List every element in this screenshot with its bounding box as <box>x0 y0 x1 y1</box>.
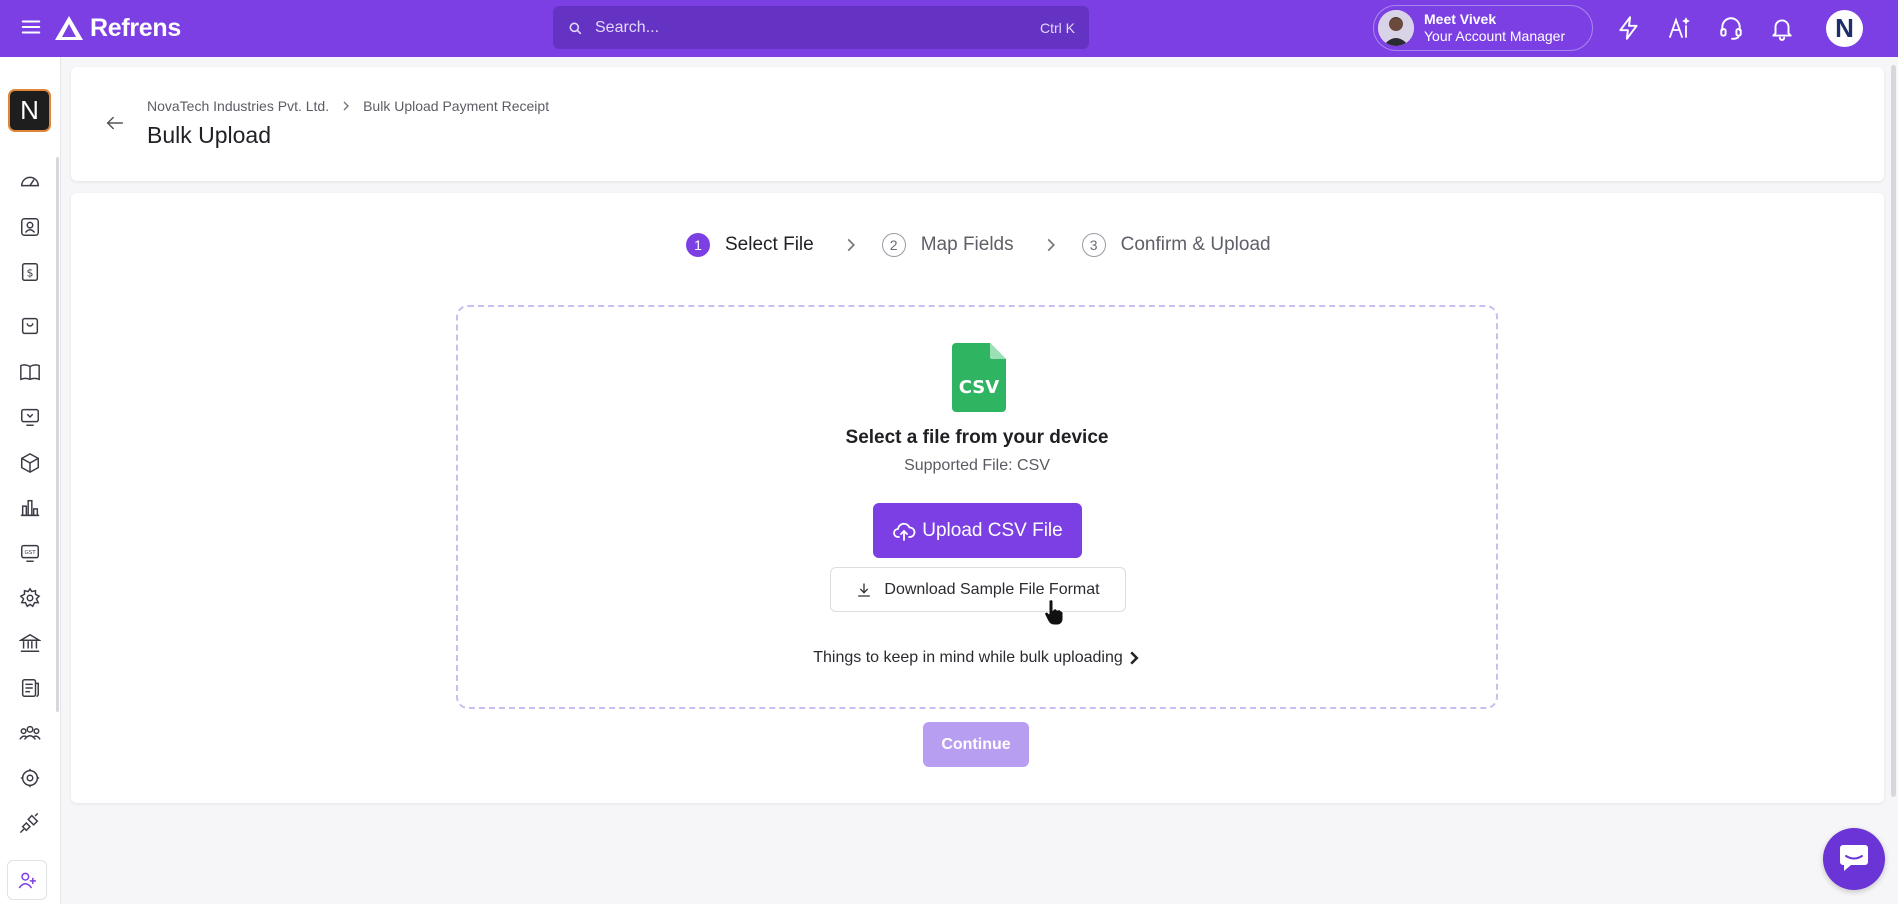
chevron-right-icon <box>1047 238 1055 252</box>
page-scrollbar[interactable] <box>1891 65 1896 797</box>
book-icon[interactable] <box>19 361 41 383</box>
bank-icon[interactable] <box>19 632 41 654</box>
gear-icon[interactable] <box>19 767 41 789</box>
box-icon[interactable] <box>19 452 41 474</box>
dropzone-title: Select a file from your device <box>845 427 1109 448</box>
continue-label: Continue <box>941 735 1011 753</box>
account-manager-button[interactable]: Meet Vivek Your Account Manager <box>1373 5 1593 51</box>
dashboard-icon[interactable] <box>19 170 41 192</box>
back-arrow-icon[interactable] <box>104 112 126 134</box>
chat-support-button[interactable] <box>1823 828 1885 890</box>
add-user-icon <box>18 872 37 889</box>
download-sample-button[interactable]: Download Sample File Format <box>830 567 1126 612</box>
step-select-file[interactable]: 1 Select File <box>686 233 814 257</box>
search-icon <box>569 22 582 34</box>
brand-name: Refrens <box>90 13 181 42</box>
ai-icon[interactable] <box>1667 15 1693 41</box>
step-number: 3 <box>1081 233 1106 257</box>
search-shortcut-hint: Ctrl K <box>1040 19 1075 36</box>
chevron-right-icon <box>847 238 855 252</box>
step-label: Map Fields <box>920 234 1014 255</box>
integration-icon[interactable] <box>19 812 41 834</box>
csv-badge-text: CSV <box>959 377 1000 398</box>
step-map-fields[interactable]: 2 Map Fields <box>881 233 1014 257</box>
refrens-logo-icon <box>55 16 83 40</box>
svg-text:$: $ <box>27 267 34 280</box>
sidebar: N $ GST <box>0 57 61 904</box>
organization-initial: N <box>20 95 39 125</box>
user-avatar[interactable]: N <box>1826 10 1863 47</box>
breadcrumb-current-page[interactable]: Bulk Upload Payment Receipt <box>363 98 549 114</box>
chart-icon[interactable] <box>19 497 41 519</box>
step-number: 1 <box>686 233 710 257</box>
bulk-upload-panel: 1 Select File 2 Map Fields 3 Confirm & U… <box>71 193 1884 803</box>
csv-file-icon: CSV <box>952 343 1006 412</box>
upload-stepper: 1 Select File 2 Map Fields 3 Confirm & U… <box>686 233 1271 257</box>
invite-user-button[interactable] <box>7 860 47 900</box>
dollar-icon[interactable]: $ <box>19 261 41 283</box>
supported-file-text: Supported File: CSV <box>904 457 1050 474</box>
support-headset-icon[interactable] <box>1718 15 1744 41</box>
search-placeholder: Search... <box>595 18 660 36</box>
tips-label: Things to keep in mind while bulk upload… <box>813 649 1123 666</box>
document-icon[interactable] <box>19 677 41 699</box>
download-icon <box>858 582 871 597</box>
organization-switcher[interactable]: N <box>8 89 51 132</box>
team-icon[interactable] <box>19 722 41 744</box>
step-label: Confirm & Upload <box>1120 234 1271 255</box>
chat-icon <box>1840 845 1868 871</box>
bag-icon[interactable] <box>19 315 41 337</box>
account-manager-avatar <box>1378 10 1414 46</box>
upload-csv-button[interactable]: Upload CSV File <box>873 503 1082 558</box>
file-dropzone[interactable]: CSV Select a file from your device Suppo… <box>456 305 1498 709</box>
upload-csv-label: Upload CSV File <box>922 519 1063 541</box>
svg-text:GST: GST <box>24 550 36 556</box>
global-search-bar[interactable]: Search... Ctrl K <box>553 6 1089 49</box>
cloud-upload-icon <box>893 522 916 541</box>
gst-icon[interactable]: GST <box>19 542 41 564</box>
page-header: NovaTech Industries Pvt. Ltd. Bulk Uploa… <box>71 67 1884 181</box>
top-navigation-bar: Refrens Search... Ctrl K Meet Vivek Your… <box>0 0 1898 57</box>
bulk-upload-tips-link[interactable]: Things to keep in mind while bulk upload… <box>458 649 1496 667</box>
account-manager-title: Meet Vivek <box>1424 11 1497 27</box>
lightning-icon[interactable] <box>1616 15 1642 41</box>
page-title: Bulk Upload <box>147 122 272 148</box>
download-sample-label: Download Sample File Format <box>884 580 1100 598</box>
menu-icon[interactable] <box>20 16 42 38</box>
user-avatar-initial: N <box>1835 13 1854 43</box>
step-confirm-upload[interactable]: 3 Confirm & Upload <box>1081 233 1271 257</box>
notification-bell-icon[interactable] <box>1769 15 1795 41</box>
chevron-right-icon <box>343 101 350 111</box>
account-manager-subtitle: Your Account Manager <box>1424 28 1566 44</box>
breadcrumb-organization[interactable]: NovaTech Industries Pvt. Ltd. <box>147 98 329 114</box>
monitor-icon[interactable] <box>19 406 41 428</box>
step-label: Select File <box>725 234 814 255</box>
brand-logo[interactable]: Refrens <box>54 12 181 44</box>
settings-users-icon[interactable] <box>19 587 41 609</box>
breadcrumb: NovaTech Industries Pvt. Ltd. Bulk Uploa… <box>147 98 549 114</box>
sidebar-scrollbar[interactable] <box>56 157 59 712</box>
chevron-right-icon <box>1130 651 1139 665</box>
contacts-icon[interactable] <box>19 216 41 238</box>
continue-button[interactable]: Continue <box>923 722 1029 767</box>
step-number: 2 <box>881 233 906 257</box>
